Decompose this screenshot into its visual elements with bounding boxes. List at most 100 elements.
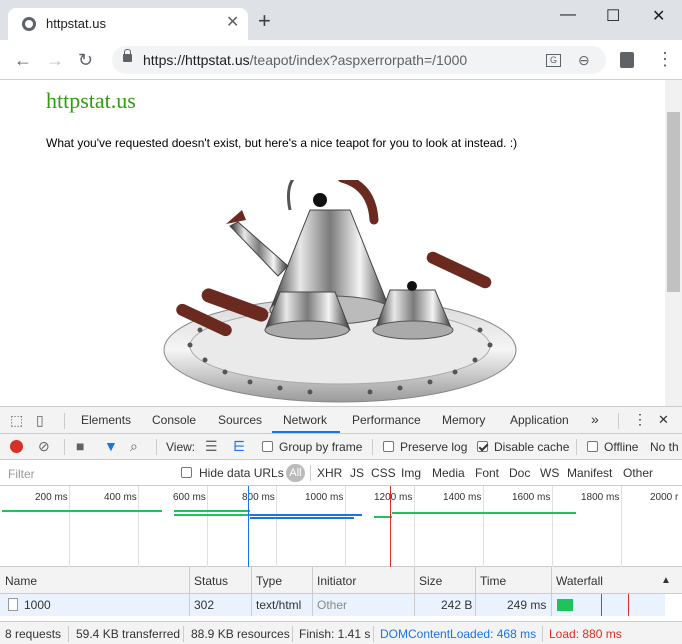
tab-application[interactable]: Application: [510, 413, 569, 427]
filter-type-doc[interactable]: Doc: [509, 466, 530, 480]
network-overview[interactable]: 200 ms 400 ms 600 ms 800 ms 1000 ms 1200…: [0, 486, 682, 567]
load-marker: [390, 486, 391, 567]
filter-bar: Filter Hide data URLs All XHR JS CSS Img…: [0, 460, 682, 486]
maximize-icon[interactable]: ☐: [606, 6, 620, 26]
minimize-icon[interactable]: —: [560, 6, 576, 24]
column-divider: [551, 594, 552, 616]
sort-ascending-icon[interactable]: ▲: [661, 575, 671, 586]
disable-cache-checkbox[interactable]: [477, 441, 488, 452]
page-scrollbar[interactable]: [665, 80, 682, 406]
column-divider: [312, 567, 313, 594]
filter-type-font[interactable]: Font: [475, 466, 499, 480]
record-icon[interactable]: [10, 440, 23, 453]
finish-time: Finish: 1.41 s: [299, 627, 371, 641]
view-label: View:: [166, 440, 196, 454]
network-summary-bar: 8 requests 59.4 KB transferred 88.9 KB r…: [0, 621, 682, 644]
filter-input[interactable]: Filter: [3, 464, 168, 482]
column-divider: [551, 567, 552, 594]
tab-close-icon[interactable]: ✕: [226, 14, 239, 32]
column-initiator[interactable]: Initiator: [317, 574, 356, 588]
hide-data-urls-label: Hide data URLs: [199, 466, 284, 480]
column-divider: [312, 594, 313, 616]
browser-menu-icon[interactable]: ⋮: [656, 50, 674, 68]
devtools-panel: ⬚ ▯ Elements Console Sources Network Per…: [0, 406, 682, 644]
grid-line: [345, 486, 346, 567]
tab-console[interactable]: Console: [152, 413, 196, 427]
translate-icon[interactable]: G: [546, 54, 561, 67]
filter-type-media[interactable]: Media: [432, 466, 465, 480]
new-tab-button[interactable]: +: [258, 10, 271, 32]
dom-content-loaded-time: DOMContentLoaded: 468 ms: [380, 627, 537, 641]
screenshot-icon[interactable]: ■: [76, 438, 84, 454]
inspect-element-icon[interactable]: ⬚: [10, 412, 23, 429]
group-by-frame-label: Group by frame: [279, 440, 363, 454]
column-type[interactable]: Type: [256, 574, 282, 588]
column-divider: [414, 567, 415, 594]
large-rows-icon[interactable]: ☰: [205, 438, 218, 455]
filter-type-ws[interactable]: WS: [540, 466, 559, 480]
timeline-tick: 400 ms: [104, 492, 137, 503]
clear-icon[interactable]: ⊘: [38, 438, 50, 455]
devtools-close-icon[interactable]: ✕: [658, 412, 669, 428]
preserve-log-checkbox[interactable]: [383, 441, 394, 452]
filter-type-xhr[interactable]: XHR: [317, 466, 342, 480]
grid-line: [207, 486, 208, 567]
filter-type-js[interactable]: JS: [350, 466, 364, 480]
filter-type-other[interactable]: Other: [623, 466, 653, 480]
extension-icon[interactable]: [620, 52, 634, 68]
browser-tab[interactable]: httpstat.us ✕: [8, 8, 248, 40]
lock-icon[interactable]: [123, 49, 132, 62]
devtools-tab-bar: ⬚ ▯ Elements Console Sources Network Per…: [0, 407, 682, 434]
filter-type-css[interactable]: CSS: [371, 466, 396, 480]
zoom-icon[interactable]: ⊖: [578, 52, 590, 69]
more-tabs-icon[interactable]: »: [591, 411, 599, 427]
tab-network[interactable]: Network: [283, 413, 327, 427]
grid-line: [483, 486, 484, 567]
address-bar[interactable]: https://httpstat.us/teapot/index?aspxerr…: [112, 46, 606, 74]
column-waterfall[interactable]: Waterfall: [556, 574, 603, 588]
request-size: 242 B: [441, 598, 473, 612]
column-status[interactable]: Status: [194, 574, 228, 588]
timeline-tick: 1400 ms: [443, 492, 482, 503]
overview-bar: [392, 512, 576, 514]
table-row[interactable]: 1000 302 text/html Other 242 B 249 ms: [0, 594, 665, 616]
tab-performance[interactable]: Performance: [352, 413, 421, 427]
url-text[interactable]: https://httpstat.us/teapot/index?aspxerr…: [143, 52, 467, 68]
site-message: What you've requested doesn't exist, but…: [46, 136, 518, 150]
active-tab-indicator: [272, 431, 340, 433]
hide-data-urls-checkbox[interactable]: [181, 467, 192, 478]
devtools-menu-icon[interactable]: ⋮: [633, 411, 647, 428]
reload-icon[interactable]: ↻: [78, 50, 93, 70]
offline-checkbox[interactable]: [587, 441, 598, 452]
column-time[interactable]: Time: [480, 574, 506, 588]
filter-type-img[interactable]: Img: [401, 466, 421, 480]
waterfall-bar[interactable]: [557, 599, 573, 611]
search-icon[interactable]: ⌕: [130, 438, 138, 455]
tab-elements[interactable]: Elements: [81, 413, 131, 427]
column-name[interactable]: Name: [5, 574, 37, 588]
request-name[interactable]: 1000: [24, 598, 51, 612]
preserve-log-label: Preserve log: [400, 440, 468, 454]
globe-icon: [22, 17, 36, 31]
filter-type-all[interactable]: All: [286, 464, 305, 482]
column-size[interactable]: Size: [419, 574, 442, 588]
filter-icon[interactable]: ▼: [104, 438, 118, 454]
back-icon[interactable]: ←: [14, 50, 32, 70]
scrollbar-thumb[interactable]: [667, 112, 680, 292]
dom-content-loaded-marker: [601, 594, 602, 616]
close-window-icon[interactable]: ✕: [652, 6, 665, 26]
forward-icon[interactable]: →: [46, 50, 64, 70]
tab-memory[interactable]: Memory: [442, 413, 485, 427]
throttling-select[interactable]: No th: [650, 440, 679, 454]
grid-line: [414, 486, 415, 567]
group-by-frame-checkbox[interactable]: [262, 441, 273, 452]
overview-bar: [2, 510, 162, 512]
tab-sources[interactable]: Sources: [218, 413, 262, 427]
device-toolbar-icon[interactable]: ▯: [36, 412, 44, 429]
request-count: 8 requests: [5, 627, 62, 641]
divider: [576, 439, 577, 455]
waterfall-view-icon[interactable]: ⋿: [233, 438, 245, 455]
filter-type-manifest[interactable]: Manifest: [567, 466, 612, 480]
grid-line: [69, 486, 70, 567]
timeline-tick: 600 ms: [173, 492, 206, 503]
